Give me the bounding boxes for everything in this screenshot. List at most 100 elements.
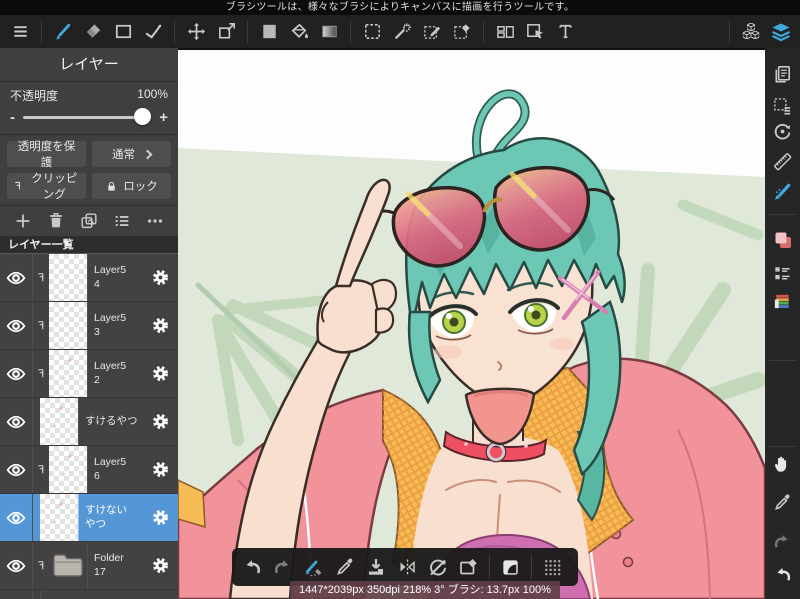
tool-polyline-button[interactable] xyxy=(138,18,168,46)
layer-row[interactable]: Folder 17 xyxy=(0,542,178,590)
blend-mode-button[interactable]: 通常 xyxy=(92,141,171,167)
layer-label: Layer5 4 xyxy=(87,254,142,301)
layer-label xyxy=(40,590,142,599)
tool-text-button[interactable] xyxy=(550,18,580,46)
tool-divide-button[interactable] xyxy=(490,18,520,46)
layer-thumbnail[interactable] xyxy=(49,254,87,301)
layer-thumbnail[interactable] xyxy=(40,494,78,541)
menu-icon xyxy=(10,21,31,42)
pages-button[interactable] xyxy=(770,63,796,85)
layer-thumbnail[interactable] xyxy=(40,398,78,445)
clipping-button[interactable]: クリッピング xyxy=(7,173,86,201)
grid-dots-icon xyxy=(542,557,563,578)
palette-list-button[interactable] xyxy=(770,262,796,284)
layer-settings-button[interactable] xyxy=(142,411,178,432)
layer-row[interactable]: すけない やつ xyxy=(0,494,178,542)
layer-row[interactable]: Layer5 4 xyxy=(0,254,178,302)
layer-clip-indicator xyxy=(33,319,49,332)
add-layer-button[interactable] xyxy=(9,207,37,235)
tool-eraser-button[interactable] xyxy=(78,18,108,46)
layer-settings-button[interactable] xyxy=(142,267,178,288)
undo-icon xyxy=(241,556,263,578)
tool-bucket-button[interactable] xyxy=(284,18,314,46)
save-download-icon xyxy=(365,556,387,578)
layer-settings-button[interactable] xyxy=(142,315,178,336)
tool-object-select-button[interactable] xyxy=(520,18,550,46)
tool-move-button[interactable] xyxy=(181,18,211,46)
clipping-icon xyxy=(13,179,23,193)
menu-button[interactable] xyxy=(5,18,35,46)
opacity-plus-button[interactable]: + xyxy=(159,110,168,125)
duplicate-layer-button[interactable] xyxy=(75,207,103,235)
ruler-button[interactable] xyxy=(770,150,796,172)
no-rotation-icon xyxy=(427,556,449,578)
more-options-button[interactable] xyxy=(141,207,169,235)
select-pen-icon xyxy=(422,21,443,42)
layer-visibility-button[interactable] xyxy=(0,302,33,349)
layer-list-title: レイヤー一覧 xyxy=(0,237,178,254)
opacity-slider-knob[interactable] xyxy=(134,108,152,125)
redo-button-side[interactable] xyxy=(770,530,796,552)
layer-visibility-button[interactable] xyxy=(0,398,33,445)
opacity-slider[interactable] xyxy=(23,108,152,125)
layer-settings-button[interactable] xyxy=(142,459,178,480)
tool-select-button[interactable] xyxy=(357,18,387,46)
select-list-button[interactable] xyxy=(770,95,796,117)
layer-row[interactable] xyxy=(0,590,178,599)
layer-thumbnail[interactable] xyxy=(49,302,87,349)
canvas[interactable]: 1447*2039px 350dpi 218% 3° ブラシ: 13.7px 1… xyxy=(178,48,765,599)
layer-visibility-button[interactable] xyxy=(0,542,33,589)
layer-row[interactable]: Layer5 2 xyxy=(0,350,178,398)
tool-magic-wand-button[interactable] xyxy=(387,18,417,46)
duplicate-icon xyxy=(79,211,99,231)
layer-thumbnail[interactable] xyxy=(49,446,87,493)
undo-button[interactable] xyxy=(236,548,267,586)
polyline-pen-icon xyxy=(143,21,164,42)
layer-visibility-button[interactable] xyxy=(0,494,33,541)
layer-visibility-button[interactable] xyxy=(0,254,33,301)
toolbar-divider xyxy=(174,20,175,43)
deco-brush-button[interactable] xyxy=(770,180,796,202)
layer-settings-button[interactable] xyxy=(142,555,178,576)
layer-thumbnail[interactable] xyxy=(49,350,87,397)
layer-row[interactable]: すけるやつ xyxy=(0,398,178,446)
toolbar-divider xyxy=(350,20,351,43)
layer-row[interactable]: Layer5 6 xyxy=(0,446,178,494)
list-icon xyxy=(112,211,132,231)
color-palette-button[interactable] xyxy=(770,290,796,312)
hand-pan-button[interactable] xyxy=(770,452,796,474)
layer-label: すけない やつ xyxy=(78,494,142,541)
material-3d-button[interactable] xyxy=(736,18,766,46)
lock-button[interactable]: ロック xyxy=(92,173,171,199)
layer-settings-button[interactable] xyxy=(142,363,178,384)
layer-visibility-button[interactable] xyxy=(0,446,33,493)
layer-list-button[interactable] xyxy=(108,207,136,235)
gear-icon xyxy=(150,411,171,432)
layer-visibility-button[interactable] xyxy=(0,590,33,599)
tool-brush-button[interactable] xyxy=(48,18,78,46)
eyedropper-button[interactable] xyxy=(770,491,796,513)
delete-layer-button[interactable] xyxy=(42,207,70,235)
undo-button-side[interactable] xyxy=(770,563,796,585)
protect-alpha-button[interactable]: 透明度を保護 xyxy=(7,141,86,169)
layer-thumbnail[interactable] xyxy=(49,542,87,589)
tool-transform-button[interactable] xyxy=(211,18,241,46)
tool-gradient-button[interactable] xyxy=(314,18,344,46)
layer-row[interactable]: Layer5 3 xyxy=(0,302,178,350)
layer-buttons-section: 透明度を保護 通常 クリッピング ロック xyxy=(0,135,178,206)
toolbar-divider xyxy=(531,555,532,579)
color-swatch-button[interactable] xyxy=(770,229,796,251)
tool-select-eraser-button[interactable] xyxy=(447,18,477,46)
layer-visibility-button[interactable] xyxy=(0,350,33,397)
tool-select-pen-button[interactable] xyxy=(417,18,447,46)
opacity-minus-button[interactable]: - xyxy=(10,110,15,125)
tool-fill-rect-button[interactable] xyxy=(254,18,284,46)
layer-settings-button[interactable] xyxy=(142,507,178,528)
sidebar-divider xyxy=(769,360,796,361)
reset-view-button[interactable] xyxy=(770,120,796,142)
layers-panel-button[interactable] xyxy=(766,18,796,46)
layer-label: Layer5 3 xyxy=(87,302,142,349)
tool-shape-button[interactable] xyxy=(108,18,138,46)
object-select-icon xyxy=(525,21,546,42)
marquee-select-icon xyxy=(362,21,383,42)
